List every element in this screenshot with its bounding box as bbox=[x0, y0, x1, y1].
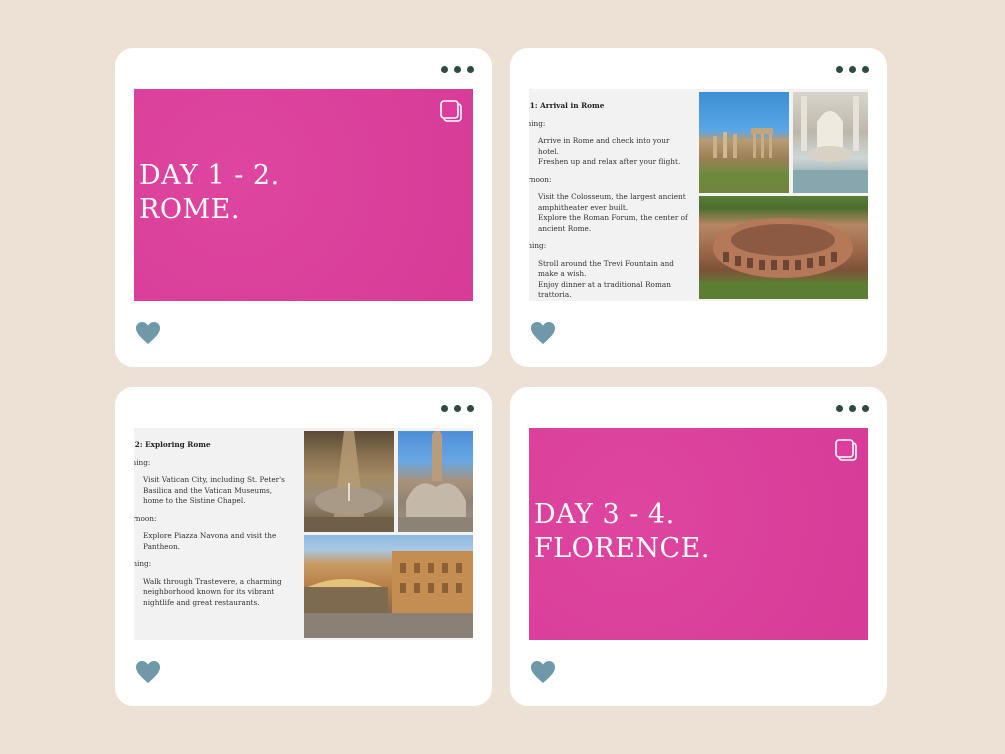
evening-label: ening: bbox=[134, 559, 152, 568]
evening-label: ening: bbox=[529, 241, 547, 250]
trevi-fountain-photo bbox=[793, 92, 868, 193]
morning-label: rning: bbox=[134, 457, 151, 467]
slide-heading-line-2: FLORENCE. bbox=[534, 533, 710, 564]
post-card-day-2-itinerary: y 2: Exploring Rome rning: Visit Vatican… bbox=[115, 387, 492, 706]
slide-itinerary[interactable]: y 2: Exploring Rome rning: Visit Vatican… bbox=[134, 428, 473, 640]
slide-heading-line-1: DAY 1 - 2. bbox=[139, 160, 280, 191]
heart-icon[interactable] bbox=[530, 321, 556, 345]
morning-list: Visit Vatican City, including St. Peter'… bbox=[134, 475, 293, 507]
slide-itinerary[interactable]: y 1: Arrival in Rome rning: Arrive in Ro… bbox=[529, 89, 868, 301]
list-item: Explore the Roman Forum, the center of a… bbox=[538, 213, 688, 233]
roman-forum-photo bbox=[699, 92, 789, 193]
list-item: Visit Vatican City, including St. Peter'… bbox=[143, 475, 285, 505]
list-item: Visit the Colosseum, the largest ancient… bbox=[538, 192, 686, 212]
slide-heading-line-1: DAY 3 - 4. bbox=[534, 499, 675, 530]
list-item: Arrive in Rome and check into your hotel… bbox=[538, 136, 670, 156]
afternoon-list: Explore Piazza Navona and visit the Pant… bbox=[134, 531, 293, 552]
post-card-day-3-4: DAY 3 - 4. FLORENCE. bbox=[510, 387, 887, 706]
vatican-city-photo bbox=[304, 431, 394, 532]
post-card-day-1-2: DAY 1 - 2. ROME. bbox=[115, 48, 492, 367]
more-dots-icon[interactable] bbox=[441, 66, 474, 73]
evening-list: Stroll around the Trevi Fountain and mak… bbox=[529, 259, 688, 301]
afternoon-label: ernoon: bbox=[529, 174, 552, 184]
heart-icon[interactable] bbox=[530, 660, 556, 684]
heart-icon[interactable] bbox=[135, 321, 161, 345]
more-dots-icon[interactable] bbox=[441, 405, 474, 412]
slide-heading-line-2: ROME. bbox=[139, 194, 240, 225]
heart-icon[interactable] bbox=[135, 660, 161, 684]
copy-icon bbox=[440, 100, 462, 122]
itinerary-text: y 1: Arrival in Rome rning: Arrive in Ro… bbox=[529, 101, 688, 301]
list-item: Walk through Trastevere, a charming neig… bbox=[143, 576, 282, 607]
list-item: Stroll around the Trevi Fountain and mak… bbox=[538, 258, 674, 279]
itinerary-heading: y 2: Exploring Rome bbox=[134, 440, 211, 449]
copy-icon bbox=[835, 439, 857, 461]
list-item: Explore Piazza Navona and visit the Pant… bbox=[143, 531, 277, 551]
more-dots-icon[interactable] bbox=[836, 66, 869, 73]
slide-heading: DAY 3 - 4. FLORENCE. bbox=[534, 498, 710, 566]
slide-title[interactable]: DAY 1 - 2. ROME. bbox=[134, 89, 473, 301]
afternoon-list: Visit the Colosseum, the largest ancient… bbox=[529, 192, 688, 234]
pantheon-square-photo bbox=[304, 535, 473, 638]
slide-heading: DAY 1 - 2. ROME. bbox=[139, 159, 280, 227]
list-item: Enjoy dinner at a traditional Roman trat… bbox=[538, 279, 671, 300]
itinerary-text: y 2: Exploring Rome rning: Visit Vatican… bbox=[134, 440, 293, 615]
morning-label: rning: bbox=[529, 118, 546, 128]
morning-list: Arrive in Rome and check into your hotel… bbox=[529, 136, 688, 168]
more-dots-icon[interactable] bbox=[836, 405, 869, 412]
slide-title[interactable]: DAY 3 - 4. FLORENCE. bbox=[529, 428, 868, 640]
colosseum-photo bbox=[699, 196, 868, 299]
itinerary-heading: y 1: Arrival in Rome bbox=[529, 101, 605, 110]
evening-list: Walk through Trastevere, a charming neig… bbox=[134, 577, 293, 609]
piazza-navona-photo bbox=[398, 431, 473, 532]
afternoon-label: ernoon: bbox=[134, 513, 157, 523]
list-item: Freshen up and relax after your flight. bbox=[538, 157, 681, 166]
post-card-day-1-itinerary: y 1: Arrival in Rome rning: Arrive in Ro… bbox=[510, 48, 887, 367]
